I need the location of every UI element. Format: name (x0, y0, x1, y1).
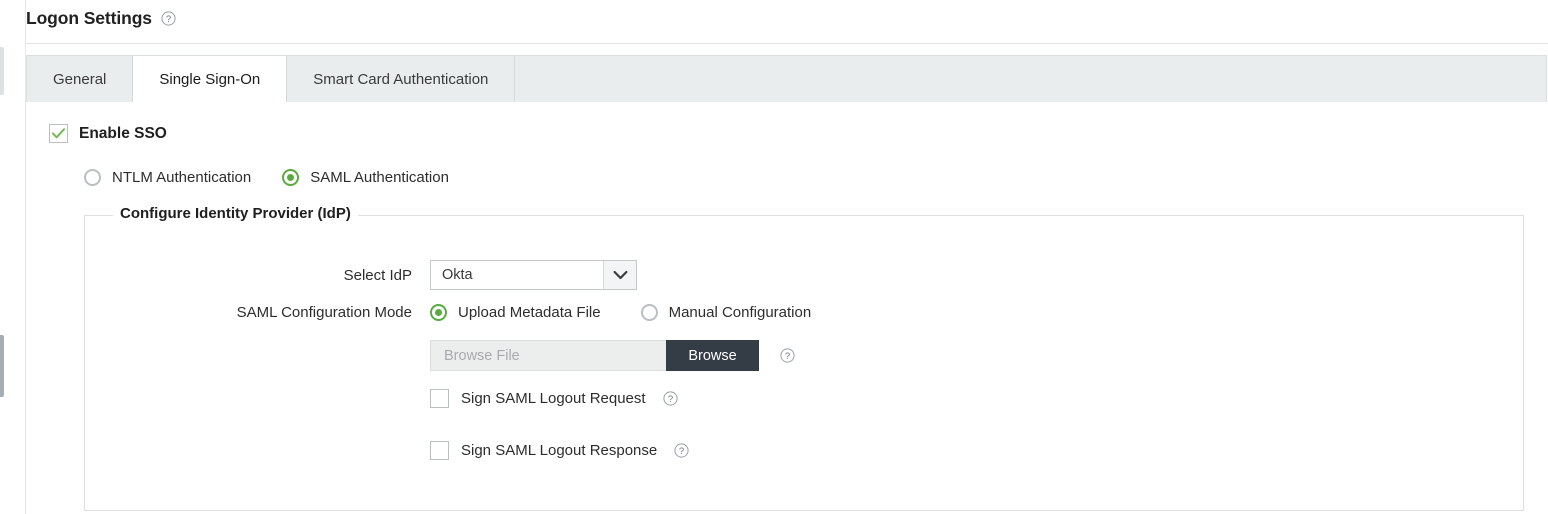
radio-manual-configuration-label: Manual Configuration (668, 304, 812, 321)
tab-panel-single-sign-on: Enable SSO NTLM Authentication SAML Auth… (26, 102, 1547, 514)
svg-text:?: ? (679, 446, 684, 457)
select-idp-value: Okta (442, 267, 473, 283)
sign-saml-logout-response-help-circle-icon[interactable]: ? (674, 443, 689, 458)
sign-saml-logout-request[interactable]: Sign SAML Logout Request ? (430, 389, 678, 408)
check-mark-icon (52, 128, 65, 139)
saml-configuration-mode-radio-group: Upload Metadata File Manual Configuratio… (430, 304, 811, 321)
browse-button[interactable]: Browse (666, 340, 759, 371)
tab-smart-card-authentication[interactable]: Smart Card Authentication (287, 56, 516, 102)
tab-single-sign-on-label: Single Sign-On (159, 70, 261, 88)
sign-saml-logout-request-label: Sign SAML Logout Request (461, 390, 646, 407)
radio-ntlm-authentication-indicator[interactable] (84, 169, 101, 186)
radio-manual-configuration-indicator[interactable] (640, 304, 658, 321)
radio-saml-authentication-label: SAML Authentication (310, 169, 449, 186)
browse-file-row: Browse File Browse ? (85, 340, 795, 371)
sign-saml-logout-response-row: Sign SAML Logout Response ? (85, 441, 689, 460)
panel-resize-handle[interactable] (0, 335, 4, 397)
browse-help-circle-icon[interactable]: ? (780, 348, 795, 363)
sign-saml-logout-response[interactable]: Sign SAML Logout Response ? (430, 441, 689, 460)
page-title: Logon Settings (26, 8, 152, 28)
tab-single-sign-on[interactable]: Single Sign-On (132, 56, 288, 102)
tab-general-label: General (53, 70, 107, 88)
svg-text:?: ? (667, 394, 672, 405)
select-idp-label: Select IdP (343, 266, 412, 284)
enable-sso-label: Enable SSO (79, 124, 167, 142)
radio-upload-metadata-file[interactable]: Upload Metadata File (430, 304, 601, 321)
tab-general[interactable]: General (27, 56, 134, 102)
sign-saml-logout-response-checkbox[interactable] (430, 441, 449, 460)
chevron-down-icon[interactable] (603, 261, 636, 289)
browse-file-wrap: Browse File Browse ? (430, 340, 795, 371)
select-idp-dropdown[interactable]: Okta (430, 260, 637, 290)
radio-saml-authentication-indicator[interactable] (282, 169, 300, 186)
saml-configuration-mode-label: SAML Configuration Mode (236, 304, 412, 321)
radio-saml-authentication[interactable]: SAML Authentication (282, 169, 449, 186)
radio-upload-metadata-file-label: Upload Metadata File (458, 304, 601, 321)
tab-bar: General Single Sign-On Smart Card Authen… (26, 55, 1547, 102)
saml-configuration-mode-row: SAML Configuration Mode Upload Metadata … (85, 304, 811, 321)
configure-idp-fieldset: Configure Identity Provider (IdP) Select… (84, 205, 1524, 511)
radio-ntlm-authentication-label: NTLM Authentication (112, 169, 252, 186)
page-title-wrap: Logon Settings ? (26, 8, 176, 29)
tab-bar-filler (515, 56, 1546, 102)
sign-saml-logout-response-label: Sign SAML Logout Response (461, 442, 658, 459)
panel-resize-handle-top[interactable] (0, 47, 4, 95)
left-rail (0, 0, 24, 514)
auth-type-radio-group: NTLM Authentication SAML Authentication (84, 169, 449, 186)
enable-sso-row[interactable]: Enable SSO (49, 124, 167, 143)
radio-manual-configuration[interactable]: Manual Configuration (640, 304, 812, 321)
configure-idp-legend: Configure Identity Provider (IdP) (113, 205, 358, 222)
svg-text:?: ? (166, 14, 171, 25)
radio-ntlm-authentication[interactable]: NTLM Authentication (84, 169, 251, 186)
help-circle-icon[interactable]: ? (161, 11, 176, 26)
radio-upload-metadata-file-indicator[interactable] (430, 304, 447, 321)
page-header: Logon Settings ? (26, 0, 1548, 44)
sign-saml-logout-request-row: Sign SAML Logout Request ? (85, 389, 678, 408)
sign-saml-logout-request-help-circle-icon[interactable]: ? (662, 391, 678, 406)
sign-saml-logout-request-checkbox[interactable] (430, 389, 449, 408)
browse-file-input[interactable]: Browse File (430, 340, 666, 371)
svg-text:?: ? (785, 351, 790, 362)
select-idp-row: Select IdP Okta (85, 260, 637, 290)
enable-sso-checkbox[interactable] (49, 124, 68, 143)
tab-smart-card-authentication-label: Smart Card Authentication (313, 70, 489, 88)
